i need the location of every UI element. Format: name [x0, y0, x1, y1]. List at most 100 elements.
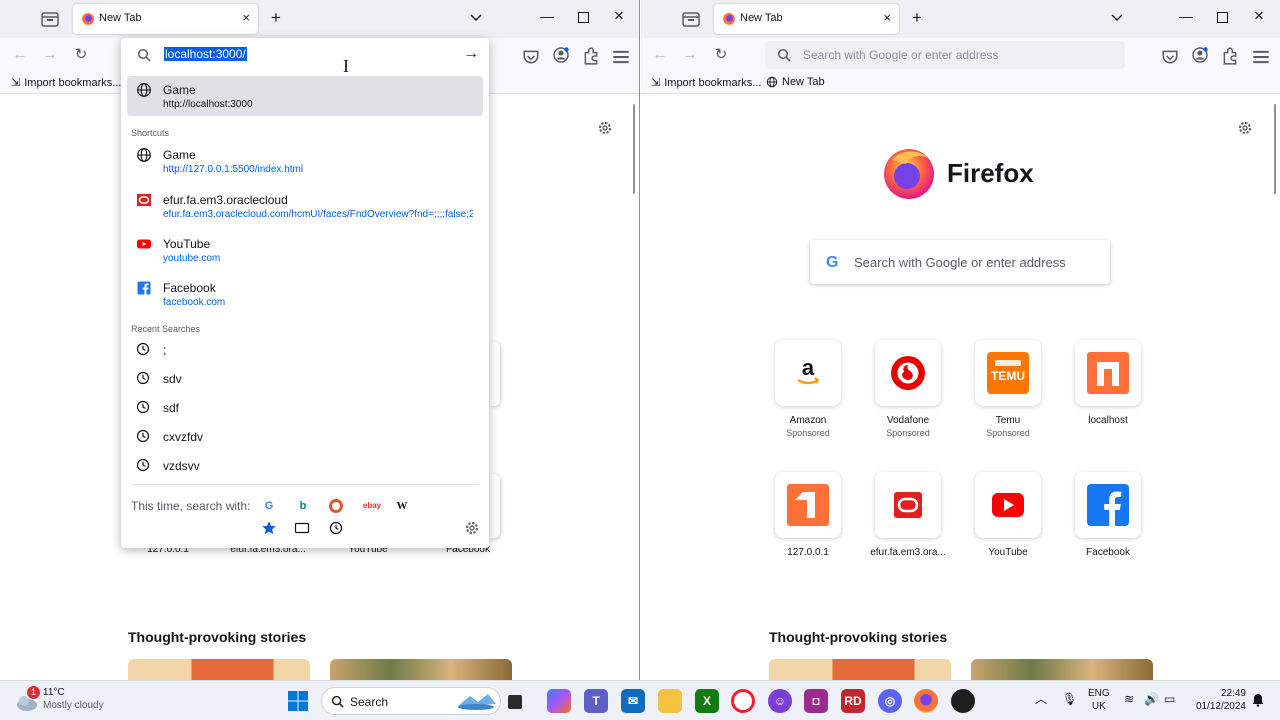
menu-icon[interactable] [612, 48, 630, 66]
shortcut-facebook[interactable]: Facebook facebook.com [127, 274, 483, 314]
wifi-icon[interactable]: ≋ [1124, 693, 1134, 706]
tab-new-tab[interactable]: New Tab × [73, 4, 258, 34]
forward-icon[interactable]: → [681, 46, 699, 64]
ebay-engine-icon[interactable]: ebay [361, 498, 383, 514]
extensions-icon[interactable] [582, 47, 600, 65]
task-view-icon[interactable] [508, 695, 522, 709]
minimize-icon[interactable]: — [1179, 8, 1193, 24]
new-tab-button[interactable]: + [909, 8, 925, 28]
extensions-icon[interactable] [1221, 47, 1239, 65]
tile-amazon[interactable]: a Amazon Sponsored [758, 340, 858, 438]
gear-icon[interactable] [464, 520, 480, 536]
close-icon[interactable]: × [242, 10, 250, 25]
tile-facebook[interactable]: Facebook [1058, 472, 1158, 558]
duckduckgo-engine-icon[interactable] [328, 498, 344, 514]
reload-icon[interactable]: ↻ [712, 46, 730, 64]
account-icon[interactable] [1191, 46, 1209, 64]
story-card[interactable] [769, 659, 951, 680]
forward-icon[interactable]: → [41, 46, 59, 64]
shortcut-oracle[interactable]: efur.fa.em3.oraclecloud efur.fa.em3.orac… [127, 186, 483, 226]
url-value[interactable]: localhost:3000/ [164, 47, 247, 61]
copilot-icon[interactable] [547, 689, 571, 713]
pocket-icon[interactable] [1161, 48, 1179, 66]
gear-icon[interactable] [1237, 120, 1253, 136]
menu-icon[interactable] [1252, 48, 1270, 66]
tile-vodafone[interactable]: Vodafone Sponsored [858, 340, 958, 438]
back-icon[interactable]: ← [11, 46, 29, 64]
story-card[interactable] [330, 659, 512, 680]
bookmarks-star-icon[interactable] [261, 520, 277, 536]
app-icon[interactable] [951, 689, 975, 713]
import-bookmarks-link[interactable]: ⇲ Import bookmarks... [11, 76, 121, 90]
app-icon[interactable]: ◘ [804, 689, 828, 713]
scrollbar[interactable] [633, 104, 635, 194]
microphone-icon[interactable]: 🎙 [1062, 693, 1077, 706]
firefox-view-icon[interactable] [681, 10, 701, 28]
tile-127[interactable]: 127.0.0.1 [758, 472, 858, 558]
history-icon[interactable] [328, 520, 344, 536]
top-result-game[interactable]: Game http://localhost:3000 [127, 76, 483, 116]
url-dropdown: localhost:3000/ I → Game http://localhos… [121, 38, 489, 548]
mail-icon[interactable]: ✉ [621, 689, 645, 713]
scrollbar[interactable] [1274, 104, 1276, 194]
maximize-icon[interactable] [1217, 12, 1228, 23]
wikipedia-engine-icon[interactable]: W [394, 498, 410, 514]
close-icon[interactable]: × [883, 10, 891, 25]
reload-icon[interactable]: ↻ [72, 46, 90, 64]
windows-start-icon[interactable] [286, 689, 310, 713]
teams-icon[interactable]: T [584, 689, 608, 713]
url-bar[interactable]: Search with Google or enter address [765, 41, 1125, 69]
import-bookmarks-link[interactable]: ⇲ Import bookmarks... [651, 76, 761, 90]
shortcut-youtube[interactable]: YouTube youtube.com [127, 230, 483, 270]
app-icon[interactable]: ☺ [768, 689, 792, 713]
volume-icon[interactable]: 🔊 [1144, 693, 1159, 706]
story-card[interactable] [971, 659, 1153, 680]
discord-icon[interactable]: ◎ [878, 689, 902, 713]
taskbar-search[interactable]: Search [321, 687, 501, 715]
opera-icon[interactable] [731, 689, 755, 713]
recent-search-item[interactable]: cxvzfdv [127, 425, 483, 451]
bing-engine-icon[interactable]: b [295, 498, 311, 514]
firefox-view-icon[interactable] [40, 10, 60, 28]
account-icon[interactable] [552, 46, 570, 64]
app-icon[interactable]: RD [841, 689, 865, 713]
shortcut-game[interactable]: Game http://127.0.0.1:5500/index.html [127, 141, 483, 181]
tile-temu[interactable]: TEMU Temu Sponsored [958, 340, 1058, 438]
recent-search-item[interactable]: sdv [127, 367, 483, 393]
battery-icon[interactable]: ▭ [1164, 693, 1175, 706]
tile-efur[interactable]: efur.fa.em3.ora... [858, 472, 958, 558]
close-window-icon[interactable]: × [1254, 6, 1264, 26]
close-window-icon[interactable]: × [614, 6, 624, 26]
recent-search-item[interactable]: vzdsvv [127, 454, 483, 480]
tab-new-tab[interactable]: New Tab × [714, 4, 899, 34]
google-engine-icon[interactable]: G [261, 498, 277, 514]
tile-label: YouTube [988, 547, 1028, 558]
story-card[interactable] [128, 659, 310, 680]
chevron-down-icon[interactable] [1109, 10, 1125, 26]
recent-search-item[interactable]: sdf [127, 396, 483, 422]
url-input[interactable]: localhost:3000/ I → [121, 38, 489, 76]
minimize-icon[interactable]: — [540, 8, 554, 24]
pocket-icon[interactable] [522, 48, 540, 66]
chevron-down-icon[interactable] [468, 10, 484, 26]
sponsored-label: Sponsored [786, 428, 830, 438]
new-tab-button[interactable]: + [268, 8, 284, 28]
back-icon[interactable]: ← [651, 46, 669, 64]
firefox-icon[interactable] [914, 689, 938, 713]
tile-localhost[interactable]: localhost [1058, 340, 1158, 426]
bookmark-label: New Tab [782, 76, 825, 88]
file-explorer-icon[interactable] [658, 689, 682, 713]
notification-bell-icon[interactable] [1252, 693, 1264, 707]
maximize-icon[interactable] [578, 12, 589, 23]
tabs-icon[interactable] [294, 520, 310, 536]
go-arrow-icon[interactable]: → [463, 45, 479, 63]
bookmark-new-tab[interactable]: New Tab [766, 76, 825, 88]
chevron-up-icon[interactable]: ︿ [1035, 693, 1047, 706]
tile-youtube[interactable]: YouTube [958, 472, 1058, 558]
gear-icon[interactable] [597, 120, 613, 136]
clock[interactable]: 22:49 01/12/2024 [1190, 687, 1246, 713]
language-indicator[interactable]: ENG UK [1088, 687, 1110, 713]
xbox-icon[interactable]: X [695, 689, 719, 713]
google-search-box[interactable]: G Search with Google or enter address [810, 240, 1110, 284]
recent-search-item[interactable]: ; [127, 338, 483, 364]
